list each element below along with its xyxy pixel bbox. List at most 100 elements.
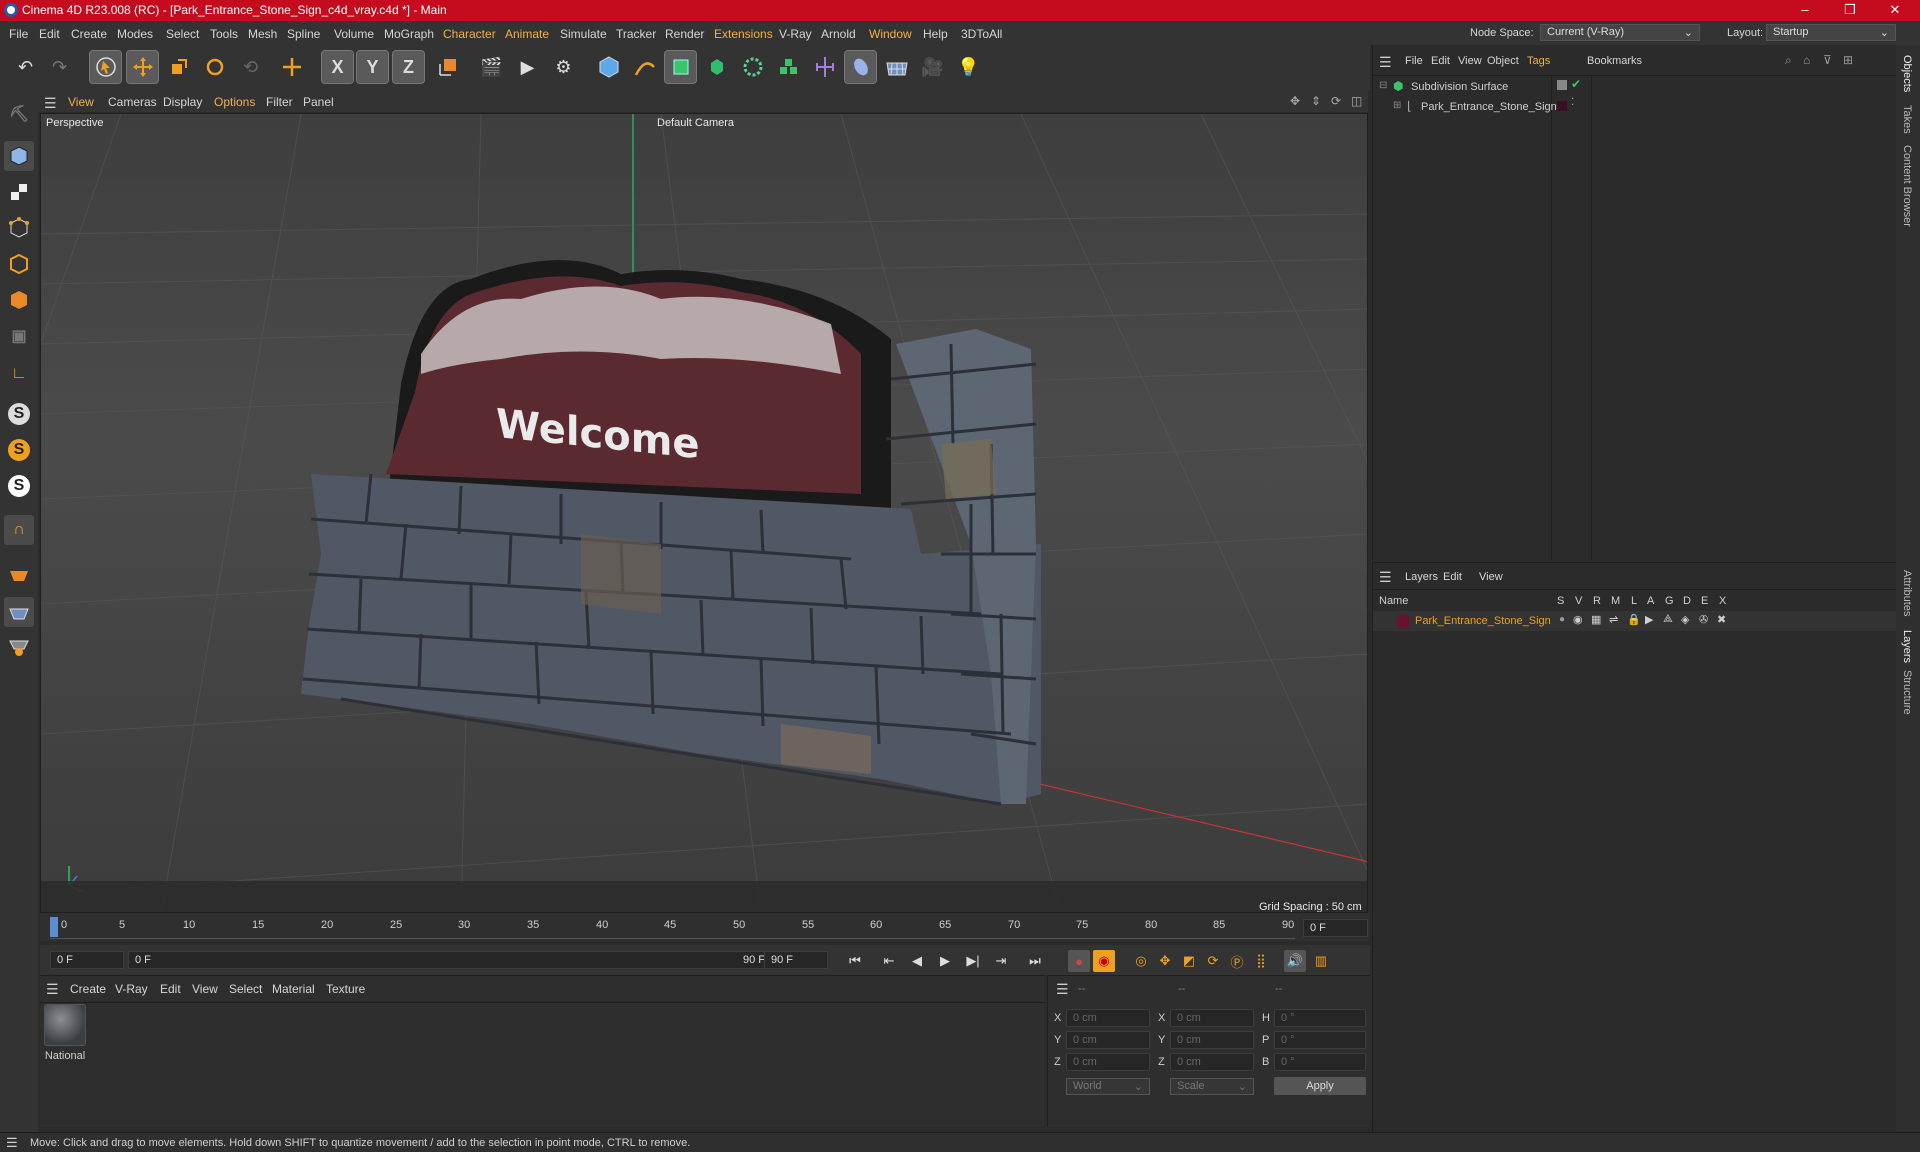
pen-icon[interactable] (629, 51, 660, 83)
object-row[interactable]: ⊟ ⬢ Subdivision Surface ✔ (1375, 77, 1895, 97)
snap-settings-icon[interactable]: S (4, 435, 34, 465)
menu-file[interactable]: File (9, 27, 28, 41)
deformer-icon[interactable] (844, 50, 877, 84)
edge-mode-icon[interactable] (4, 249, 34, 279)
menu-vray[interactable]: V-Ray (779, 27, 812, 41)
pos-y-field[interactable]: 0 cm (1066, 1031, 1150, 1049)
floor-icon[interactable] (881, 51, 912, 83)
texture-mode-icon[interactable] (4, 177, 34, 207)
collapse-icon[interactable]: ⊟ (1379, 80, 1387, 91)
scale-icon[interactable] (163, 51, 194, 83)
object-menu-object[interactable]: Object (1487, 55, 1519, 67)
material-menu-material[interactable]: Material (272, 982, 315, 996)
eye-icon[interactable]: ◉ (1573, 613, 1583, 626)
create-icon[interactable] (276, 51, 307, 83)
visibility-toggle[interactable] (1557, 80, 1567, 90)
frame-range-slider[interactable]: 0 F 90 F (128, 951, 788, 969)
menu-mograph[interactable]: MoGraph (384, 27, 434, 41)
expression-toggle-icon[interactable]: ✇ (1699, 613, 1708, 626)
hamburger-icon[interactable]: ☰ (1379, 54, 1392, 71)
snap-workplane-icon[interactable]: S (4, 471, 34, 501)
sound-icon[interactable]: 🔊 (1284, 950, 1306, 972)
home-icon[interactable]: ⌂ (1803, 53, 1810, 67)
menu-simulate[interactable]: Simulate (560, 27, 607, 41)
zoom-icon[interactable]: ⇕ (1311, 94, 1321, 108)
viewport-menu-filter[interactable]: Filter (266, 95, 293, 109)
material-menu-edit[interactable]: Edit (160, 982, 181, 996)
object-menu-file[interactable]: File (1405, 55, 1423, 67)
key-parameter-icon[interactable]: Ⓟ (1226, 950, 1248, 972)
play-icon[interactable]: ▶ (934, 950, 956, 972)
hamburger-icon[interactable]: ☰ (46, 981, 59, 998)
layer-color-swatch[interactable] (1397, 615, 1409, 627)
material-menu-create[interactable]: Create (70, 982, 106, 996)
perspective-viewport[interactable]: Perspective Default Camera Welcome Grid … (40, 113, 1368, 913)
viewport-menu-options[interactable]: Options (214, 95, 255, 109)
material-menu-vray[interactable]: V-Ray (115, 982, 148, 996)
z-axis-icon[interactable]: Z (392, 50, 425, 84)
generator-toggle-icon[interactable]: ⟁ (1663, 613, 1673, 626)
pos-z-field[interactable]: 0 cm (1066, 1053, 1150, 1071)
array-icon[interactable] (773, 51, 804, 83)
magnet-icon[interactable]: ∩ (4, 515, 34, 545)
menu-edit[interactable]: Edit (39, 27, 60, 41)
symmetry-icon[interactable] (809, 51, 840, 83)
rotate-icon[interactable] (199, 51, 230, 83)
menu-animate[interactable]: Animate (505, 27, 549, 41)
close-button[interactable]: ✕ (1875, 0, 1915, 21)
current-frame-field[interactable]: 0 F (1303, 919, 1368, 937)
layer-menu-edit[interactable]: Edit (1443, 571, 1462, 583)
end-frame-field[interactable]: 90 F (764, 951, 828, 969)
coord-system-icon[interactable] (432, 51, 463, 83)
tab-objects[interactable]: Objects (1901, 55, 1913, 92)
coordinate-space-select[interactable]: World ⌄ (1066, 1078, 1150, 1095)
render-settings-icon[interactable]: ⚙ (548, 51, 579, 83)
timeline-ruler[interactable]: 0 5 10 15 20 25 30 35 40 45 50 55 60 65 … (40, 913, 1370, 941)
point-mode-icon[interactable] (4, 213, 34, 243)
move-icon[interactable] (126, 50, 159, 84)
hamburger-icon[interactable]: ☰ (1379, 569, 1392, 586)
layer-color-swatch[interactable] (1557, 101, 1567, 111)
object-row[interactable]: ⊞ ⌊ Park_Entrance_Stone_Sign ⁚ (1375, 97, 1895, 117)
autokey-icon[interactable]: ◉ (1093, 950, 1115, 972)
object-mode-icon[interactable] (4, 141, 34, 171)
model-mode-icon[interactable]: ⛏ (4, 99, 34, 129)
minimize-button[interactable]: – (1785, 0, 1825, 21)
manager-toggle-icon[interactable]: ⇌ (1609, 613, 1618, 626)
xref-toggle-icon[interactable]: ✖ (1717, 613, 1726, 626)
tab-content-browser[interactable]: Content Browser (1901, 145, 1913, 227)
object-menu-tags[interactable]: Tags (1527, 55, 1550, 67)
menu-modes[interactable]: Modes (117, 27, 153, 41)
maximize-view-icon[interactable]: ◫ (1351, 94, 1362, 108)
menu-mesh[interactable]: Mesh (248, 27, 277, 41)
viewport-menu-panel[interactable]: Panel (303, 95, 334, 109)
filter-icon[interactable]: ⊽ (1823, 53, 1832, 67)
menu-spline[interactable]: Spline (287, 27, 320, 41)
tab-attributes[interactable]: Attributes (1901, 570, 1913, 616)
rot-b-field[interactable]: 0 ° (1274, 1053, 1366, 1071)
material-menu-select[interactable]: Select (229, 982, 262, 996)
render-view-icon[interactable]: 🎬 (476, 51, 507, 83)
last-tool-icon[interactable]: ⟲ (235, 51, 266, 83)
rot-p-field[interactable]: 0 ° (1274, 1031, 1366, 1049)
menu-select[interactable]: Select (166, 27, 199, 41)
snap-icon[interactable]: S (4, 399, 34, 429)
uv-mode-icon[interactable]: ▣ (4, 321, 34, 351)
hamburger-icon[interactable]: ☰ (1056, 981, 1069, 998)
next-frame-icon[interactable]: ▶| (962, 950, 984, 972)
menu-extensions[interactable]: Extensions (714, 27, 773, 41)
viewport-menu-view[interactable]: View (68, 95, 94, 109)
size-y-field[interactable]: 0 cm (1170, 1031, 1254, 1049)
x-axis-icon[interactable]: X (321, 50, 354, 84)
deformer-toggle-icon[interactable]: ◈ (1681, 613, 1689, 626)
hamburger-icon[interactable]: ☰ (6, 1135, 18, 1151)
record-icon[interactable]: ● (1068, 950, 1090, 972)
layer-menu-layers[interactable]: Layers (1405, 571, 1438, 583)
polygon-mode-icon[interactable] (4, 285, 34, 315)
viewport-menu-display[interactable]: Display (163, 95, 202, 109)
restore-button[interactable]: ❐ (1830, 0, 1870, 21)
camera-icon[interactable]: 🎥 (917, 51, 948, 83)
menu-arnold[interactable]: Arnold (821, 27, 856, 41)
new-window-icon[interactable]: ⊞ (1843, 53, 1853, 67)
previous-frame-icon[interactable]: ◀ (906, 950, 928, 972)
